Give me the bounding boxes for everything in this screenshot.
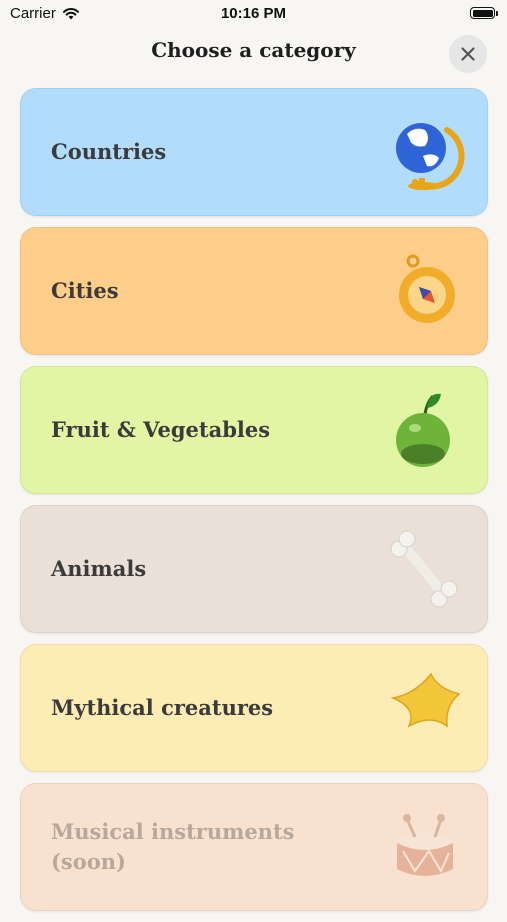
bone-icon [390, 530, 458, 608]
category-card-countries[interactable]: Countries [20, 88, 488, 216]
category-card-fruit-vegetables[interactable]: Fruit & Vegetables [20, 366, 488, 494]
apple-icon [396, 393, 450, 467]
close-icon [461, 47, 475, 61]
star-icon [390, 672, 461, 728]
battery-icon [470, 7, 498, 19]
compass-icon [399, 254, 455, 323]
category-card-musical-instruments: Musical instruments (soon) [20, 783, 488, 911]
category-label: Animals [51, 556, 147, 581]
close-button[interactable] [449, 35, 487, 73]
category-label: Cities [51, 278, 119, 303]
status-time: 10:16 PM [220, 5, 287, 22]
category-label: Mythical creatures [51, 695, 274, 720]
category-list: Countries Cities Fruit & Vegetables Anim… [20, 88, 488, 922]
globe-icon [396, 123, 465, 190]
category-label: Musical instruments (soon) [51, 819, 295, 874]
drum-icon [397, 814, 453, 876]
category-card-animals[interactable]: Animals [20, 505, 488, 633]
category-card-mythical-creatures[interactable]: Mythical creatures [20, 644, 488, 772]
category-label: Countries [51, 139, 167, 164]
category-card-cities[interactable]: Cities [20, 227, 488, 355]
status-bar: Carrier 10:16 PM [0, 0, 507, 28]
page-title: Choose a category [151, 38, 356, 62]
category-label: Fruit & Vegetables [51, 417, 271, 442]
